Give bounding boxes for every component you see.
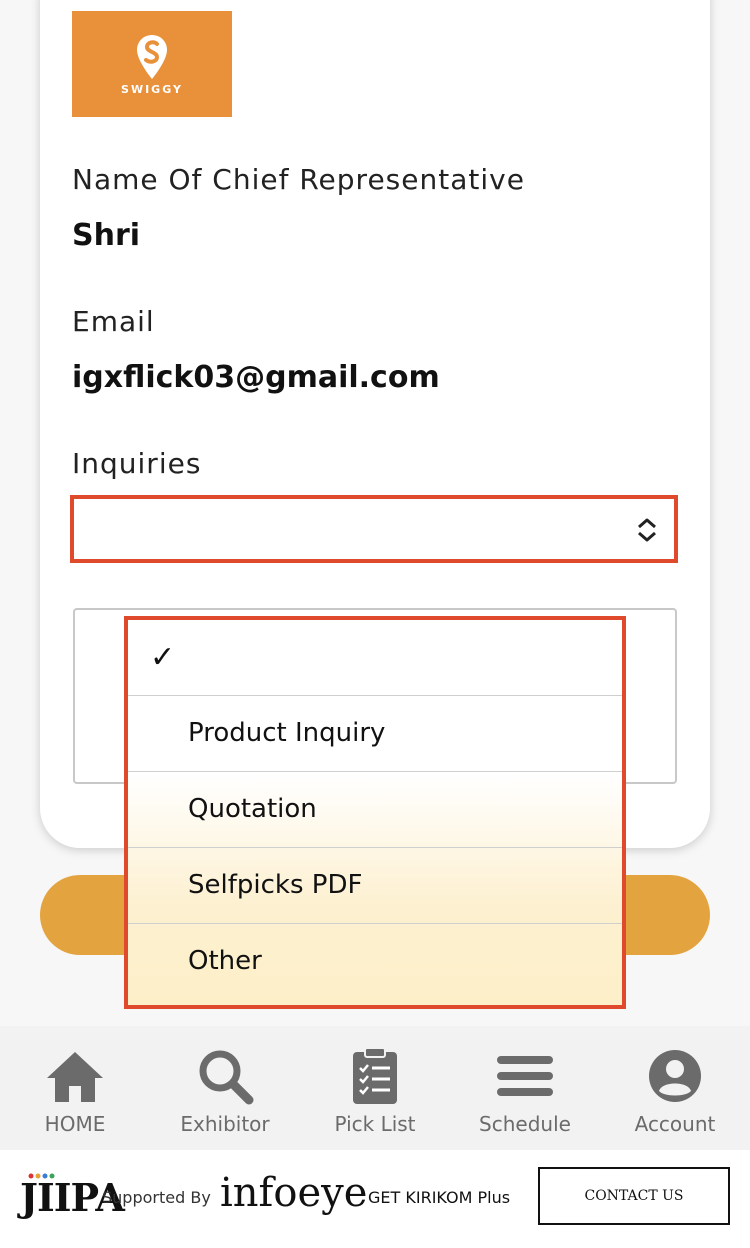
inquiries-select[interactable] [70, 495, 678, 563]
home-icon [47, 1052, 103, 1102]
dropdown-option-selfpicks-pdf[interactable]: Selfpicks PDF [128, 848, 622, 924]
dropdown-option-label: Product Inquiry [188, 718, 386, 748]
dropdown-option-label: Quotation [188, 794, 317, 824]
infoeye-logo: infoeye [220, 1170, 368, 1216]
nav-label-account: Account [634, 1112, 716, 1136]
clipboard-icon [353, 1047, 397, 1104]
brand-name: SWIGGY [121, 82, 183, 96]
supported-by-text: Supported By [102, 1188, 211, 1207]
email-value: igxflick03@gmail.com [72, 360, 440, 395]
checkmark-icon: ✓ [150, 640, 176, 675]
dropdown-option-quotation[interactable]: Quotation [128, 772, 622, 848]
menu-icon [497, 1056, 553, 1096]
swiggy-logo-icon [137, 34, 167, 79]
footer: JIIPA Supported By infoeye GET KIRIKOM P… [0, 1150, 750, 1248]
nav-item-schedule[interactable]: Schedule [450, 1026, 600, 1166]
nav-label-pick-list: Pick List [334, 1112, 416, 1136]
swiggy-logo: SWIGGY [72, 11, 232, 117]
dropdown-option-label: Selfpicks PDF [188, 870, 363, 900]
chevron-up-down-icon [638, 518, 656, 542]
chief-representative-label: Name Of Chief Representative [72, 163, 525, 196]
dropdown-option-product-inquiry[interactable]: Product Inquiry [128, 696, 622, 772]
chief-representative-value: Shri [72, 218, 141, 253]
nav-item-pick-list[interactable]: Pick List [300, 1026, 450, 1166]
email-label: Email [72, 305, 155, 338]
nav-label-schedule: Schedule [479, 1112, 571, 1136]
nav-item-home[interactable]: HOME [0, 1026, 150, 1166]
kirikom-text: GET KIRIKOM Plus [368, 1188, 511, 1207]
nav-label-home: HOME [44, 1112, 106, 1136]
dropdown-option-other[interactable]: Other [128, 924, 622, 1000]
nav-item-account[interactable]: Account [600, 1026, 750, 1166]
inquiries-label: Inquiries [72, 447, 202, 480]
inquiries-dropdown-list: ✓ Product Inquiry Quotation Selfpicks PD… [124, 616, 626, 1009]
account-icon [649, 1050, 701, 1102]
search-icon [199, 1050, 254, 1105]
contact-us-button[interactable]: CONTACT US [538, 1167, 730, 1225]
nav-item-exhibitor[interactable]: Exhibitor [150, 1026, 300, 1166]
nav-label-exhibitor: Exhibitor [180, 1112, 270, 1136]
bottom-nav: HOME Exhibitor Pick List Schedule Accoun… [0, 1026, 750, 1166]
dropdown-option-label: Other [188, 946, 262, 976]
dropdown-option-blank[interactable]: ✓ [128, 620, 622, 696]
